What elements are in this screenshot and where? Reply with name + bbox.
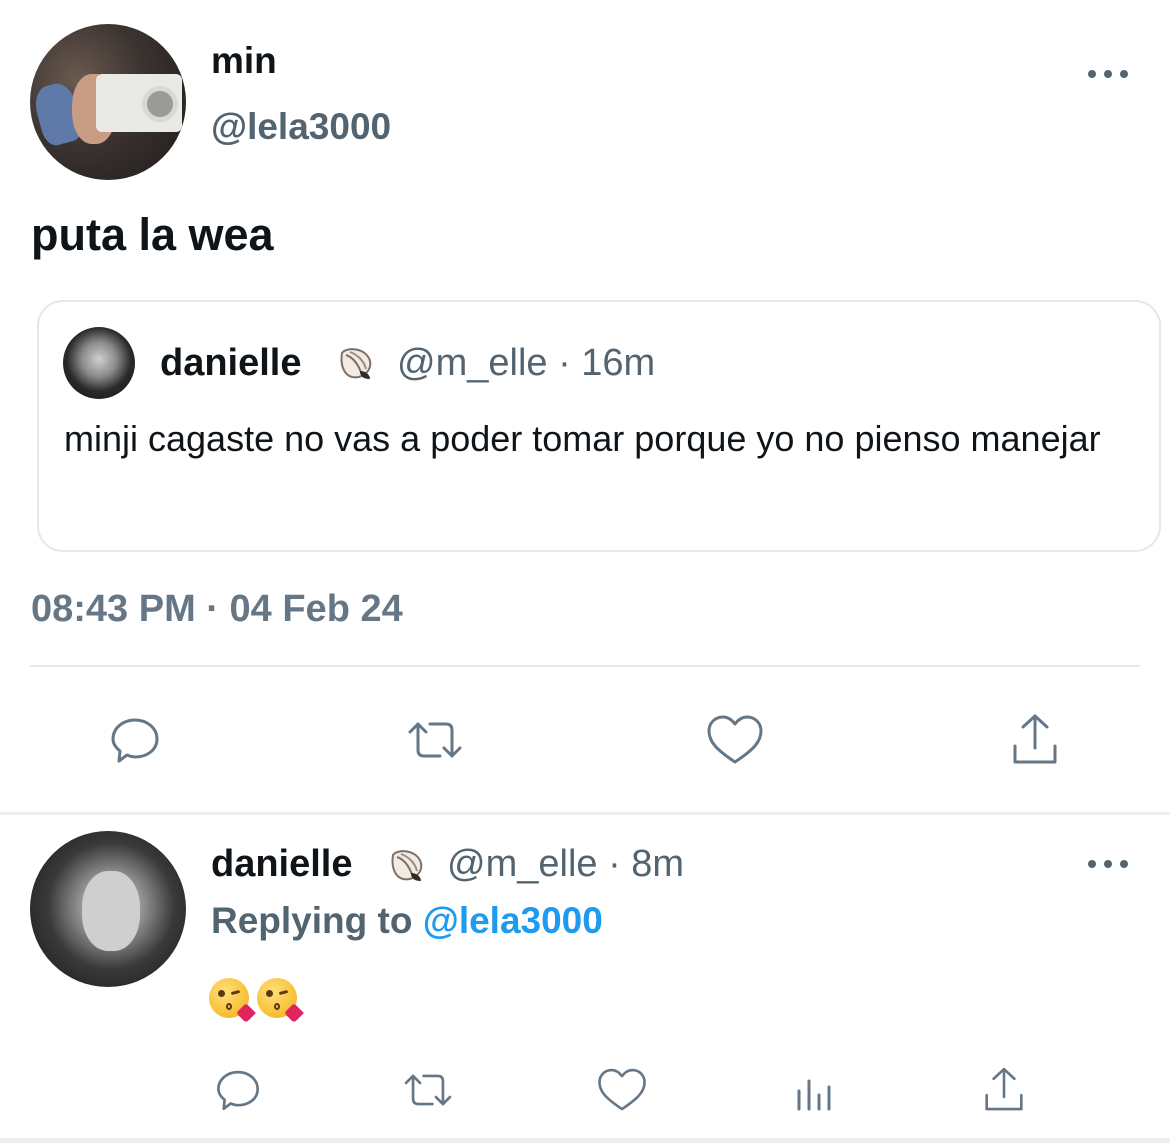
like-icon[interactable] [594, 1062, 650, 1118]
reply-text [209, 978, 304, 1023]
analytics-icon[interactable] [786, 1062, 842, 1118]
more-options-icon[interactable] [1088, 858, 1128, 870]
share-icon[interactable] [1000, 708, 1070, 772]
replying-to-mention[interactable]: @lela3000 [423, 900, 603, 941]
avatar-camera-lens [142, 86, 178, 122]
reply-icon[interactable] [210, 1062, 266, 1118]
quoted-handle-time: @m_elle · 16m [397, 342, 656, 384]
retweet-icon[interactable] [400, 708, 470, 772]
shell-emoji [336, 343, 376, 388]
quoted-author-avatar [63, 327, 135, 399]
retweet-icon[interactable] [398, 1062, 458, 1118]
like-icon[interactable] [700, 708, 770, 772]
quoted-author-name: danielle [160, 342, 302, 384]
kissing-heart-emoji [257, 978, 304, 1023]
shell-emoji [387, 845, 427, 890]
divider [0, 812, 1170, 815]
reply-author-name[interactable]: danielle [211, 843, 353, 886]
tweet-timestamp[interactable]: 08:43 PM · 04 Feb 24 [31, 588, 403, 631]
author-handle[interactable]: @lela3000 [211, 106, 391, 148]
share-icon[interactable] [976, 1062, 1032, 1118]
reply-handle-time: @m_elle · 8m [447, 843, 685, 885]
reply-author-avatar[interactable] [30, 831, 186, 987]
replying-to: Replying to @lela3000 [211, 900, 603, 942]
avatar-face [82, 871, 140, 951]
kissing-heart-emoji [209, 978, 256, 1023]
quoted-tweet-text: minji cagaste no vas a poder tomar porqu… [64, 418, 1101, 459]
divider [0, 1138, 1170, 1143]
author-avatar[interactable] [30, 24, 186, 180]
author-name[interactable]: min [211, 40, 277, 82]
tweet-text: puta la wea [31, 209, 274, 260]
more-options-icon[interactable] [1088, 68, 1128, 80]
replying-to-label: Replying to [211, 900, 413, 941]
reply-icon[interactable] [100, 708, 170, 772]
divider [30, 665, 1140, 667]
